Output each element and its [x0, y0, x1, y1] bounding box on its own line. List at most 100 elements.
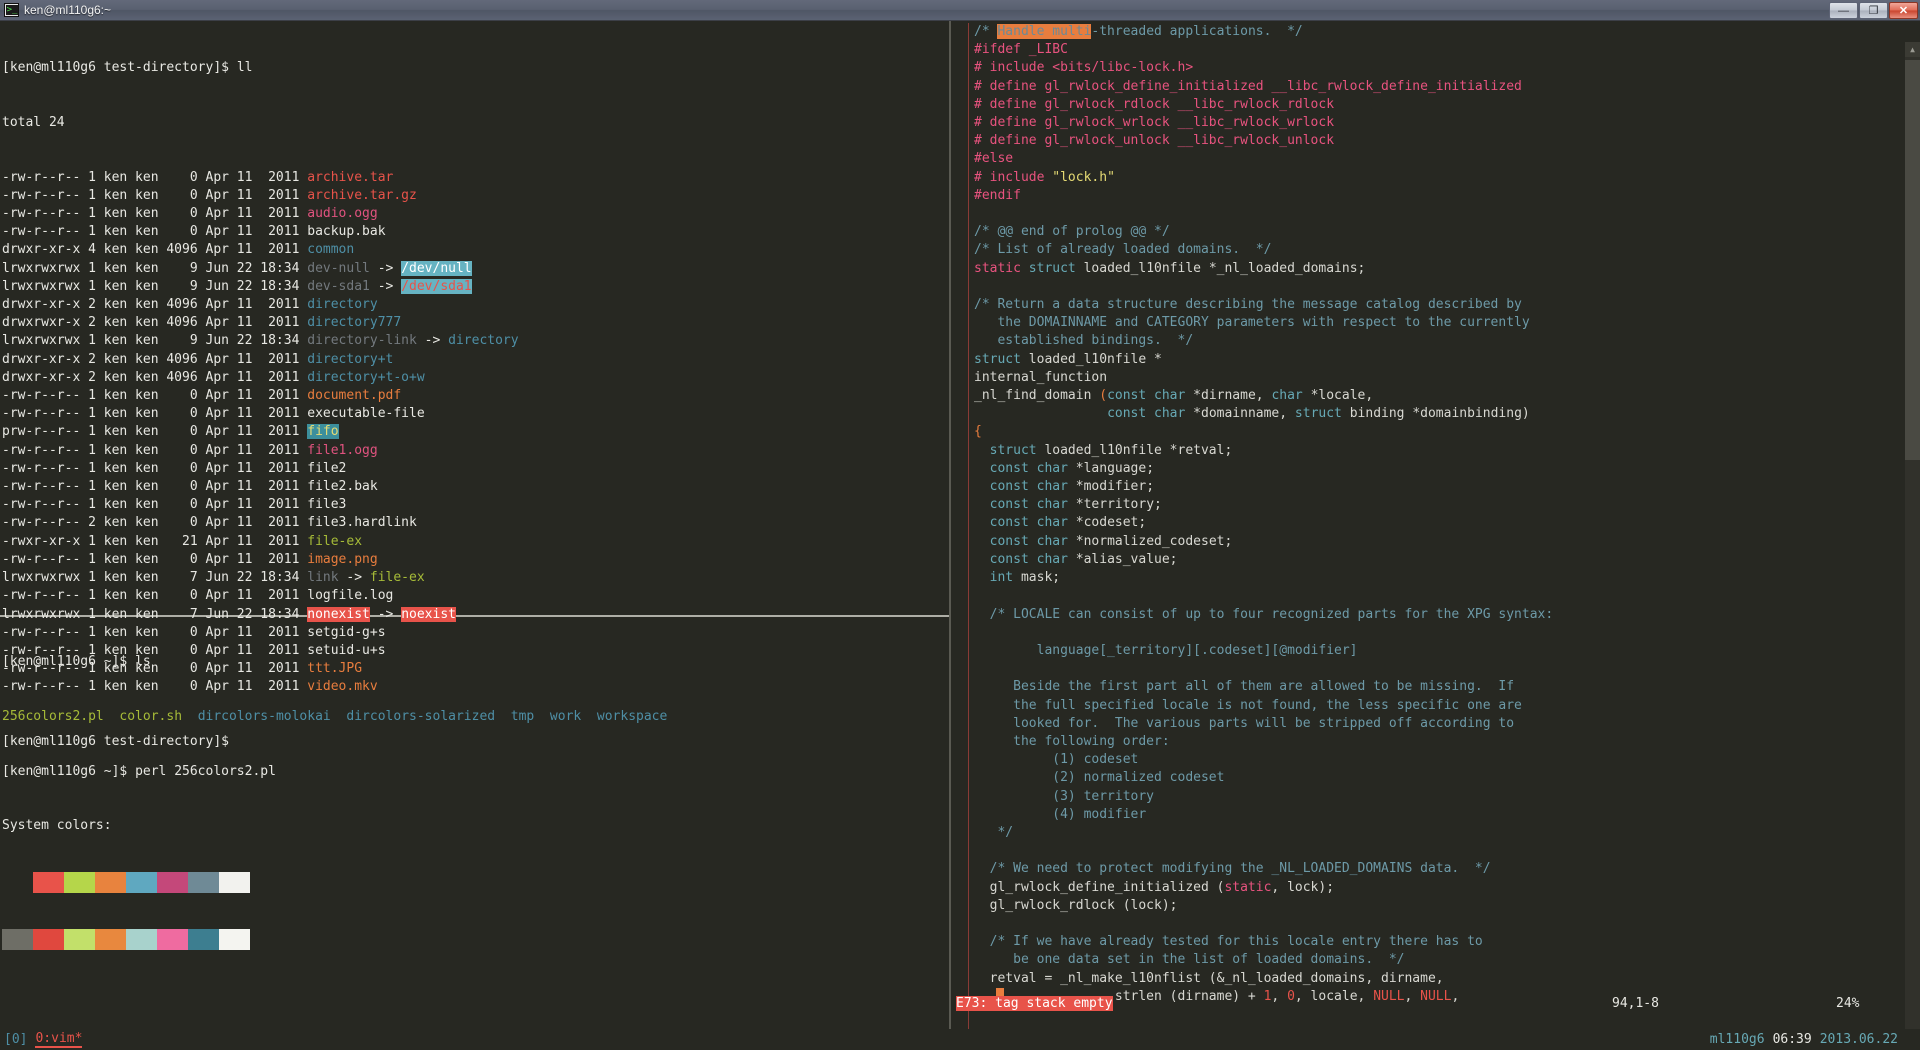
restore-button[interactable]: ❐: [1859, 2, 1888, 19]
vim-line: #ifdef _LIBC: [974, 42, 1068, 58]
table-row[interactable]: drwxr-xr-x 2 ken ken 4096 Apr 11 2011 di…: [2, 296, 952, 314]
table-row[interactable]: -rw-r--r-- 1 ken ken 0 Apr 11 2011 execu…: [2, 405, 952, 423]
table-row[interactable]: -rw-r--r-- 1 ken ken 0 Apr 11 2011 file1…: [2, 442, 952, 460]
file-name: file2: [307, 460, 347, 476]
table-row[interactable]: -rw-r--r-- 1 ken ken 0 Apr 11 2011 file2…: [2, 478, 952, 496]
table-row[interactable]: lrwxrwxrwx 1 ken ken 9 Jun 22 18:34 dev-…: [2, 278, 952, 296]
prompt-line-perl: [ken@ml110g6 ~]$ perl 256colors2.pl: [2, 763, 952, 781]
file-name: common: [307, 242, 355, 258]
window-scrollbar[interactable]: ▲ ▼: [1905, 42, 1920, 1029]
table-row[interactable]: -rw-r--r-- 1 ken ken 0 Apr 11 2011 docum…: [2, 387, 952, 405]
vim-line: const char *codeset;: [989, 515, 1147, 531]
vim-line: (3) territory: [974, 788, 1155, 804]
color-swatch: [64, 929, 95, 951]
list-item[interactable]: color.sh: [119, 709, 182, 724]
table-row[interactable]: -rw-r--r-- 2 ken ken 0 Apr 11 2011 file3…: [2, 514, 952, 532]
vim-line: /* If we have already tested for this lo…: [974, 934, 1483, 950]
table-row[interactable]: drwxr-xr-x 2 ken ken 4096 Apr 11 2011 di…: [2, 369, 952, 387]
list-item[interactable]: work: [550, 709, 581, 724]
vim-line: /* @@ end of prolog @@ */: [974, 224, 1170, 240]
file-name: directory: [307, 297, 378, 313]
window-controls: — ❐ ✕: [1829, 2, 1918, 19]
vim-line: Beside the first part all of them are al…: [974, 679, 1515, 695]
vim-line: /* List of already loaded domains. */: [974, 242, 1272, 258]
pane-vim-editor[interactable]: /* Handle multi-threaded applications. *…: [956, 23, 1916, 1029]
file-name: file3: [307, 497, 347, 513]
file-name: document.pdf: [307, 388, 402, 404]
table-row[interactable]: drwxr-xr-x 2 ken ken 4096 Apr 11 2011 di…: [2, 351, 952, 369]
table-row[interactable]: -rw-r--r-- 1 ken ken 0 Apr 11 2011 image…: [2, 551, 952, 569]
table-row[interactable]: lrwxrwxrwx 1 ken ken 9 Jun 22 18:34 dire…: [2, 332, 952, 350]
terminal-body[interactable]: [ken@ml110g6 test-directory]$ ll total 2…: [0, 21, 1920, 1029]
vim-line: (1) codeset: [974, 752, 1139, 768]
vim-line: */: [974, 824, 1014, 840]
table-row[interactable]: prw-r--r-- 1 ken ken 0 Apr 11 2011 fifo: [2, 423, 952, 441]
table-row[interactable]: -rw-r--r-- 1 ken ken 0 Apr 11 2011 file3: [2, 496, 952, 514]
vim-line: [956, 660, 1553, 678]
table-row[interactable]: -rw-r--r-- 1 ken ken 0 Apr 11 2011 audio…: [2, 205, 952, 223]
table-row[interactable]: -rwxr-xr-x 1 ken ken 21 Apr 11 2011 file…: [2, 533, 952, 551]
color-swatch: [33, 871, 64, 893]
vim-line: gl_rwlock_define_initialized (static, lo…: [974, 879, 1335, 895]
file-name: archive.tar: [307, 169, 394, 185]
vim-line: struct loaded_l10nfile *: [974, 351, 1162, 367]
tmux-session-id[interactable]: [0]: [4, 1032, 27, 1047]
minimize-button[interactable]: —: [1829, 2, 1858, 19]
vim-line: # include <bits/libc-lock.h>: [974, 60, 1194, 76]
table-row[interactable]: -rw-r--r-- 1 ken ken 0 Apr 11 2011 backu…: [2, 223, 952, 241]
table-row[interactable]: lrwxrwxrwx 1 ken ken 9 Jun 22 18:34 dev-…: [2, 260, 952, 278]
pane-file-listing[interactable]: [ken@ml110g6 test-directory]$ ll total 2…: [2, 23, 952, 749]
vim-line: # define gl_rwlock_rdlock __libc_rwlock_…: [974, 96, 1335, 112]
table-row[interactable]: lrwxrwxrwx 1 ken ken 7 Jun 22 18:34 link…: [2, 569, 952, 587]
file-name: file1.ogg: [307, 442, 378, 458]
scroll-up-arrow[interactable]: ▲: [1905, 42, 1920, 57]
vim-line: int mask;: [989, 570, 1061, 586]
pane-color-demo[interactable]: [ken@ml110g6 ~]$ ls 256colors2.pl color.…: [2, 617, 952, 1027]
file-name: backup.bak: [307, 224, 386, 240]
file-name: logfile.log: [307, 588, 394, 604]
vim-line: /* Handle multi-threaded applications. *…: [974, 24, 1303, 39]
vim-line: /* LOCALE can consist of up to four reco…: [974, 606, 1554, 622]
vim-line: [956, 842, 1553, 860]
list-item[interactable]: workspace: [597, 709, 667, 724]
vim-line: (4) modifier: [974, 806, 1147, 822]
color-swatch: [126, 929, 157, 951]
file-name: directory+t-o+w: [307, 369, 425, 385]
vim-line: /* Return a data structure describing th…: [974, 297, 1522, 313]
file-name: link: [307, 570, 339, 586]
color-swatch: [33, 929, 64, 951]
vim-line: const char *normalized_codeset;: [989, 533, 1233, 549]
table-row[interactable]: -rw-r--r-- 1 ken ken 0 Apr 11 2011 logfi…: [2, 587, 952, 605]
vim-line: _nl_find_domain (const char *dirname, ch…: [974, 388, 1374, 404]
table-row[interactable]: drwxr-xr-x 4 ken ken 4096 Apr 11 2011 co…: [2, 241, 952, 259]
vim-line: the following order:: [974, 733, 1170, 749]
vim-line: # include "lock.h": [974, 169, 1115, 185]
file-name: directory777: [307, 315, 402, 331]
color-swatch: [157, 929, 188, 951]
vim-line: [956, 587, 1553, 605]
file-name: archive.tar.gz: [307, 187, 417, 203]
close-button[interactable]: ✕: [1889, 2, 1918, 19]
vim-line: language[_territory][.codeset][@modifier…: [974, 642, 1358, 658]
list-item[interactable]: dircolors-molokai: [198, 709, 331, 724]
list-item[interactable]: tmp: [511, 709, 534, 724]
color-swatch: [188, 929, 219, 951]
tmux-status-bar[interactable]: [0] 0:vim* ml110g6 06:39 2013.06.22: [0, 1029, 1920, 1050]
table-row[interactable]: drwxrwxr-x 2 ken ken 4096 Apr 11 2011 di…: [2, 314, 952, 332]
file-name: file2.bak: [307, 479, 378, 495]
list-item[interactable]: dircolors-solarized: [346, 709, 495, 724]
table-row[interactable]: -rw-r--r-- 1 ken ken 0 Apr 11 2011 archi…: [2, 187, 952, 205]
shell-prompt: [ken@ml110g6 ~]$: [2, 763, 136, 779]
tmux-hostname: ml110g6: [1709, 1032, 1765, 1047]
scrollbar-thumb[interactable]: [1905, 60, 1920, 460]
vim-line: # define gl_rwlock_unlock __libc_rwlock_…: [974, 133, 1335, 149]
table-row[interactable]: -rw-r--r-- 1 ken ken 0 Apr 11 2011 archi…: [2, 169, 952, 187]
vim-line: #else: [974, 151, 1014, 167]
vim-line: struct loaded_l10nfile *retval;: [989, 442, 1233, 458]
table-row[interactable]: -rw-r--r-- 1 ken ken 0 Apr 11 2011 file2: [2, 460, 952, 478]
list-item[interactable]: 256colors2.pl: [2, 709, 104, 724]
terminal-icon: >_: [4, 3, 19, 17]
tmux-window-tab-vim[interactable]: 0:vim*: [35, 1031, 83, 1048]
color-swatch: [126, 871, 157, 893]
shell-prompt: [ken@ml110g6 test-directory]$: [2, 60, 237, 76]
